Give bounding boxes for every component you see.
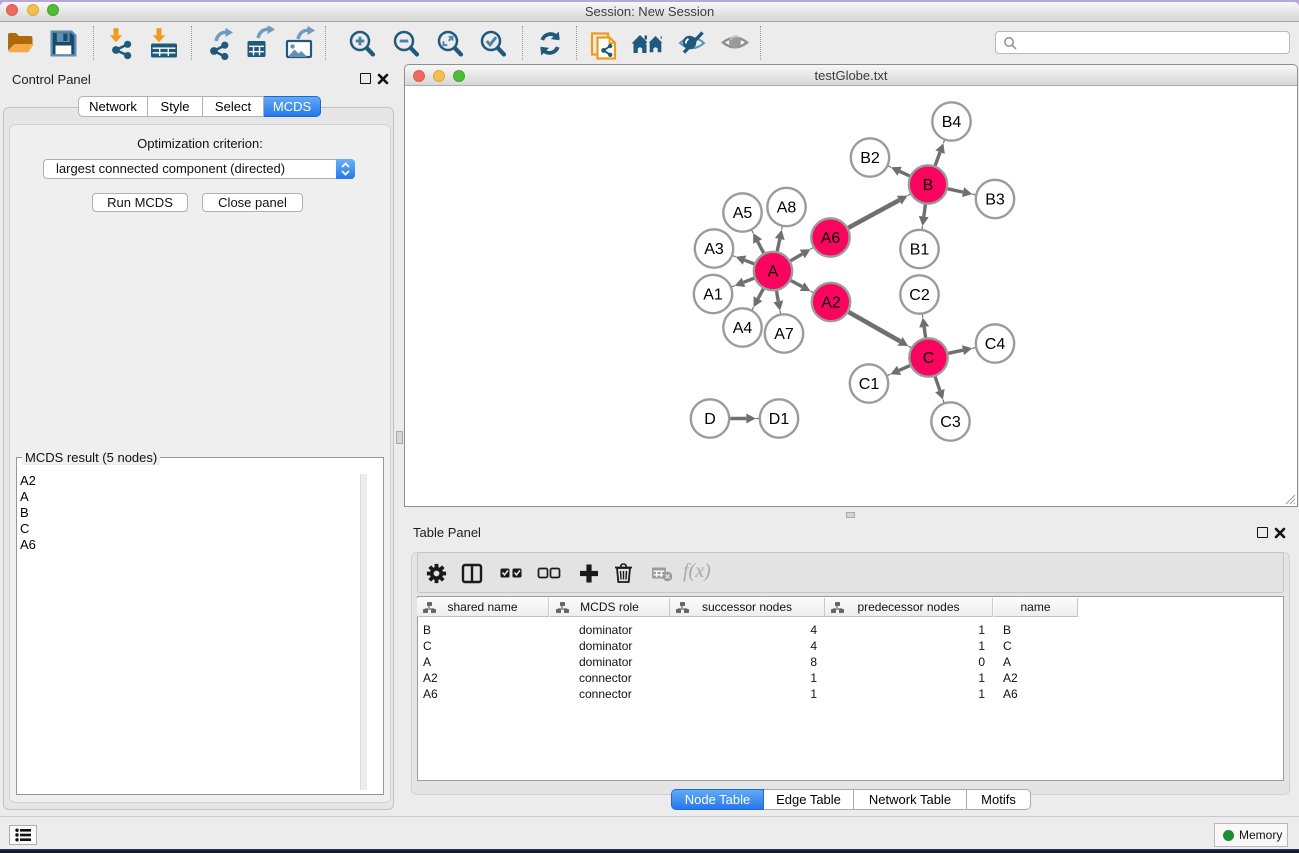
svg-text:A5: A5	[733, 205, 753, 222]
svg-text:A1: A1	[703, 287, 723, 304]
svg-text:D: D	[704, 411, 716, 428]
svg-text:C3: C3	[940, 414, 961, 431]
svg-text:C4: C4	[985, 336, 1006, 353]
svg-text:A7: A7	[774, 326, 794, 343]
svg-text:B3: B3	[985, 192, 1005, 209]
svg-text:C1: C1	[859, 376, 880, 393]
svg-text:A8: A8	[777, 200, 797, 217]
svg-text:C: C	[923, 350, 935, 367]
svg-text:A2: A2	[821, 295, 841, 312]
svg-text:B4: B4	[942, 114, 962, 131]
svg-text:A4: A4	[733, 320, 753, 337]
svg-text:C2: C2	[909, 287, 930, 304]
svg-text:A: A	[768, 264, 779, 281]
svg-text:B: B	[923, 177, 934, 194]
svg-text:B2: B2	[860, 150, 880, 167]
svg-text:B1: B1	[910, 242, 930, 259]
svg-text:A3: A3	[704, 241, 724, 258]
svg-text:D1: D1	[769, 411, 790, 428]
svg-text:A6: A6	[821, 230, 841, 247]
